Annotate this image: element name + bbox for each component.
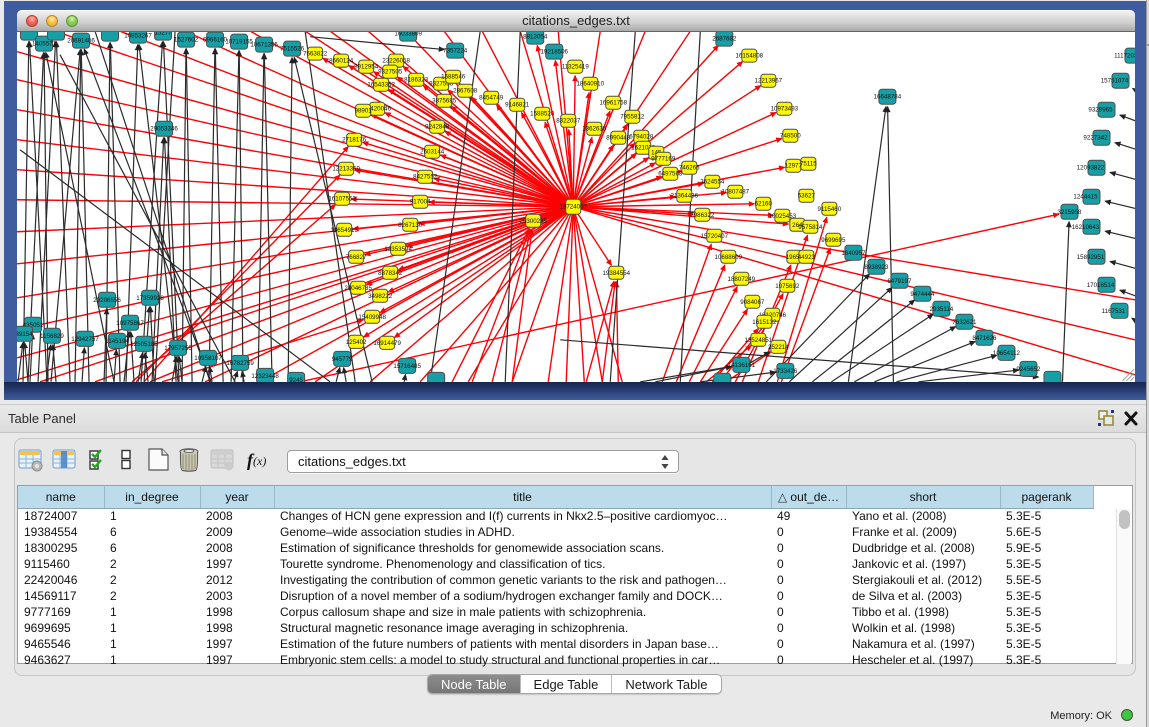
svg-text:(x): (x) (253, 454, 266, 468)
